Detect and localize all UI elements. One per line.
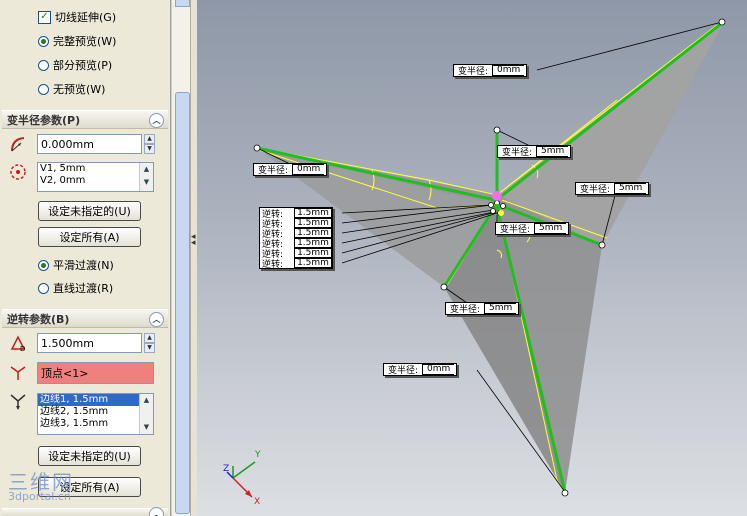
graphics-viewport[interactable]: 变半径: 0mm 变半径: 5mm 变半径: 0mm 变半径: 5mm 变半径: 5mm … — [197, 0, 747, 516]
scroll-up-arrow[interactable] — [175, 0, 190, 7]
splitter-grip-icon[interactable]: ◂ ◂ — [191, 233, 196, 248]
radio-unselected-icon — [38, 59, 49, 71]
list-item[interactable]: 边线3, 1.5mm — [38, 418, 153, 430]
setback-vertex-selection[interactable]: 顶点<1> — [37, 362, 154, 384]
scrollbar-thumb[interactable] — [175, 92, 190, 514]
panel-scrollbar[interactable] — [171, 0, 191, 516]
axis-triad-icon — [226, 461, 256, 498]
collapse-icon[interactable]: ︿ — [149, 113, 164, 128]
setback-callout[interactable]: 逆转: 1.5mm — [260, 258, 332, 270]
tangent-propagation-checkbox[interactable]: ✓ 切线延伸(G) — [38, 9, 116, 25]
full-preview-radio[interactable]: 完整预览(W) — [38, 33, 116, 49]
checkbox-checked-icon: ✓ — [38, 10, 51, 24]
setback-header[interactable]: 逆转参数(B) ︿ — [2, 309, 168, 328]
property-manager-panel: ✓ 切线延伸(G) 完整预览(W) 部分预览(P) 无预览(W) 变半径参数(P… — [0, 0, 171, 516]
variable-radius-header[interactable]: 变半径参数(P) ︿ — [2, 110, 168, 129]
setback-vertex-icon — [8, 362, 28, 382]
scroll-up-icon[interactable]: ▲ — [140, 394, 153, 407]
scroll-down-icon[interactable]: ▼ — [140, 176, 153, 189]
setback-edge-list[interactable]: 边线1, 1.5mm 边线2, 1.5mm 边线3, 1.5mm ▲ ▼ — [37, 393, 154, 435]
smooth-transition-label: 平滑过渡(N) — [53, 259, 114, 272]
vertex-list[interactable]: V1, 5mm V2, 0mm ▲ ▼ — [37, 162, 154, 192]
setback-set-unassigned-button[interactable]: 设定未指定的(U) — [38, 446, 141, 466]
set-unassigned-button[interactable]: 设定未指定的(U) — [38, 201, 141, 221]
straight-transition-radio[interactable]: 直线过渡(R) — [38, 280, 113, 296]
triad-x-label: X — [254, 497, 261, 507]
list-item[interactable]: 边线2, 1.5mm — [38, 406, 153, 418]
radius-spin-down[interactable]: ▼ — [144, 144, 155, 154]
radius-callout[interactable]: 变半径: 5mm — [575, 182, 650, 195]
vertex-list-icon — [8, 162, 28, 182]
setback-spin-up[interactable]: ▲ — [144, 333, 155, 343]
setback-distance-icon: D — [8, 333, 28, 353]
list-item[interactable]: 边线1, 1.5mm — [38, 394, 153, 406]
partial-preview-radio[interactable]: 部分预览(P) — [38, 57, 112, 73]
list-item[interactable]: V1, 5mm — [38, 163, 153, 175]
setback-distance-input[interactable]: 1.500mm — [37, 333, 142, 353]
setback-title: 逆转参数(B) — [7, 312, 70, 326]
scroll-down-icon[interactable]: ▼ — [140, 421, 153, 434]
list-item[interactable]: V2, 0mm — [38, 175, 153, 187]
setback-edges-icon — [8, 392, 28, 412]
radius-icon — [8, 134, 28, 154]
no-preview-radio[interactable]: 无预览(W) — [38, 81, 105, 97]
radius-callout[interactable]: 变半径: 0mm — [453, 64, 528, 77]
straight-transition-label: 直线过渡(R) — [53, 282, 114, 295]
next-section-header[interactable]: ︿ — [2, 507, 168, 516]
no-preview-label: 无预览(W) — [53, 83, 106, 96]
collapse-icon[interactable]: ︿ — [149, 507, 164, 516]
tangent-propagation-label: 切线延伸(G) — [55, 11, 117, 24]
radio-selected-icon — [38, 35, 49, 47]
setback-callout-stack[interactable]: 逆转: 1.5mm 逆转: 1.5mm 逆转: 1.5mm 逆转: 1.5mm 逆转: 1… — [259, 207, 333, 270]
radio-unselected-icon — [38, 83, 49, 95]
radio-selected-icon — [38, 259, 49, 271]
svg-text:D: D — [20, 345, 25, 352]
setback-spin-down[interactable]: ▼ — [144, 343, 155, 353]
radius-callout[interactable]: 变半径: 0mm — [383, 363, 458, 376]
triad-z-label: Z — [223, 464, 230, 474]
radio-unselected-icon — [38, 282, 49, 294]
triad-y-label: Y — [255, 450, 261, 460]
smooth-transition-radio[interactable]: 平滑过渡(N) — [38, 257, 114, 273]
list-scrollbar[interactable]: ▲ ▼ — [139, 163, 153, 191]
set-all-button[interactable]: 设定所有(A) — [38, 227, 141, 247]
watermark-url: 3dportal.cn — [8, 490, 71, 503]
radius-input[interactable]: 0.000mm — [37, 134, 142, 154]
radius-spin-up[interactable]: ▲ — [144, 134, 155, 144]
partial-preview-label: 部分预览(P) — [53, 59, 113, 72]
radius-callout[interactable]: 变半径: 5mm — [497, 145, 572, 158]
full-preview-label: 完整预览(W) — [53, 35, 117, 48]
scroll-up-icon[interactable]: ▲ — [140, 163, 153, 176]
list-scrollbar[interactable]: ▲ ▼ — [139, 394, 153, 434]
variable-radius-title: 变半径参数(P) — [7, 113, 81, 127]
radius-callout[interactable]: 变半径: 0mm — [253, 163, 328, 176]
collapse-icon[interactable]: ︿ — [149, 312, 164, 327]
radius-callout[interactable]: 变半径: 5mm — [495, 222, 570, 235]
radius-callout[interactable]: 变半径: 5mm — [445, 302, 520, 315]
